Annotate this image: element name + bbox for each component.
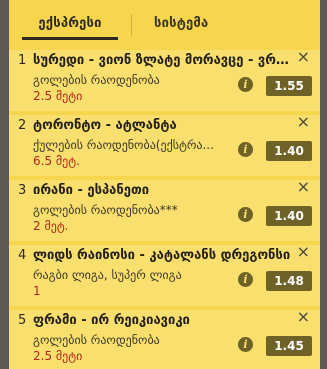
close-icon[interactable]: × <box>297 309 310 325</box>
bet-pick: 2.5 მეტი <box>33 349 83 363</box>
bet-title: სურედი - ვიონ ზლატე მორავცე - ვრაბ... <box>33 53 295 68</box>
bet-index: 3 <box>18 183 27 198</box>
close-icon[interactable]: × <box>297 49 310 65</box>
bet-item: 5 ფრამი - ირ რეიკიავიკი × გოლების რაოდენ… <box>9 309 320 369</box>
info-icon[interactable]: i <box>238 207 253 222</box>
bet-item: 3 ირანი - ესპანეთი × გოლების რაოდენობა**… <box>9 179 320 241</box>
bet-index: 2 <box>18 118 27 133</box>
bet-item: 1 სურედი - ვიონ ზლატე მორავცე - ვრაბ... … <box>9 49 320 111</box>
bet-item: 4 ლიდს რაინოსი - კატალანს დრეგონსი × რაგ… <box>9 244 320 306</box>
odds-button[interactable]: 1.55 <box>266 76 312 96</box>
bet-pick: 6.5 მეტ. <box>33 154 80 168</box>
odds-button[interactable]: 1.40 <box>266 141 312 161</box>
tab-divider <box>131 14 132 36</box>
info-icon[interactable]: i <box>238 77 253 92</box>
bet-item: 2 ტორონტო - ატლანტა × ქულების რაოდენობა(… <box>9 114 320 176</box>
bet-index: 4 <box>18 248 27 263</box>
bet-market: გოლების რაოდენობა <box>33 73 160 87</box>
close-icon[interactable]: × <box>297 244 310 260</box>
bet-title: ლიდს რაინოსი - კატალანს დრეგონსი <box>33 248 291 263</box>
bet-title: ფრამი - ირ რეიკიავიკი <box>33 313 190 328</box>
tab-express[interactable]: ექსპრესი <box>22 16 118 40</box>
bet-index: 5 <box>18 313 27 328</box>
betslip-panel: ექსპრესი სისტემა 1 სურედი - ვიონ ზლატე მ… <box>9 0 320 369</box>
info-icon[interactable]: i <box>238 272 253 287</box>
bet-pick: 1 <box>33 284 41 298</box>
bet-market: გოლების რაოდენობა <box>33 333 160 347</box>
bet-pick: 2.5 მეტი <box>33 89 83 103</box>
bet-title: ტორონტო - ატლანტა <box>33 118 177 133</box>
close-icon[interactable]: × <box>297 114 310 130</box>
info-icon[interactable]: i <box>238 337 253 352</box>
info-icon[interactable]: i <box>238 142 253 157</box>
bet-market: ქულების რაოდენობა(ექსტრა... <box>33 138 214 152</box>
bet-pick: 2 მეტ. <box>33 219 69 233</box>
betslip-tabs: ექსპრესი სისტემა <box>9 0 320 47</box>
tab-system[interactable]: სისტემა <box>154 16 208 31</box>
bet-title: ირანი - ესპანეთი <box>33 183 150 198</box>
bet-index: 1 <box>18 53 27 68</box>
close-icon[interactable]: × <box>297 179 310 195</box>
odds-button[interactable]: 1.48 <box>266 271 312 291</box>
odds-button[interactable]: 1.45 <box>266 336 312 356</box>
bet-market: გოლების რაოდენობა*** <box>33 203 178 217</box>
odds-button[interactable]: 1.40 <box>266 206 312 226</box>
bet-market: რაგბი ლიგა, სუპერ ლიგა <box>33 268 182 282</box>
